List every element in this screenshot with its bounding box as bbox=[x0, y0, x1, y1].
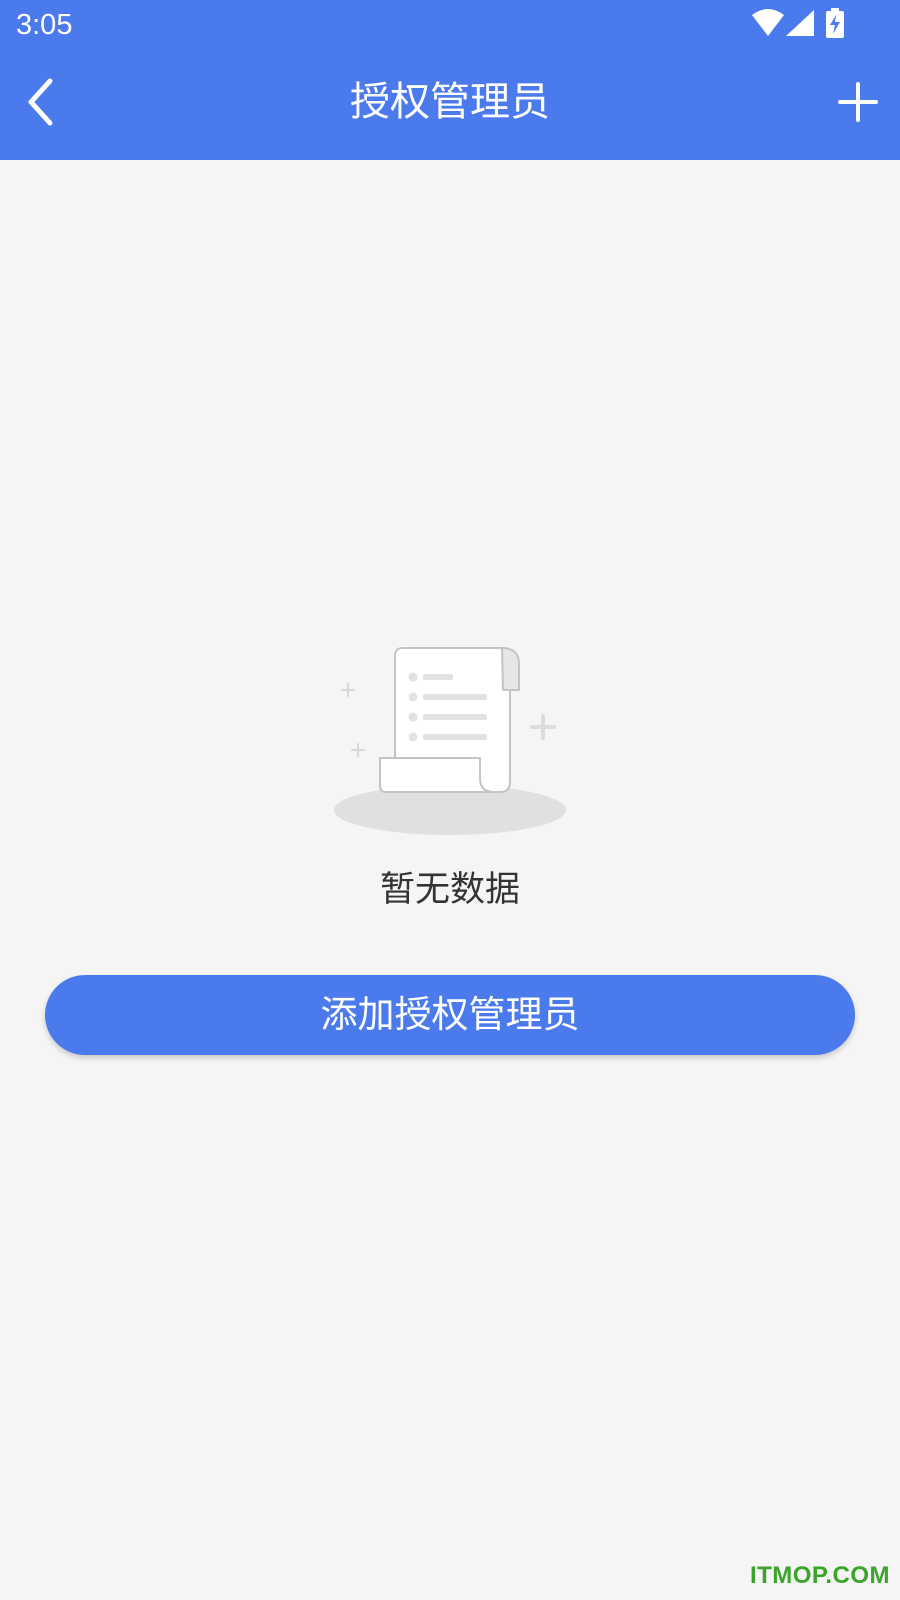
status-time: 3:05 bbox=[16, 9, 73, 41]
watermark: ITMOP.COM bbox=[749, 1562, 890, 1589]
back-button[interactable] bbox=[10, 70, 74, 134]
empty-illustration bbox=[320, 640, 580, 840]
status-bar: 3:05 bbox=[0, 0, 900, 50]
battery-charging-icon bbox=[826, 8, 844, 38]
plus-icon bbox=[838, 82, 878, 122]
status-icons bbox=[700, 0, 900, 50]
add-button[interactable] bbox=[826, 70, 890, 134]
toolbar: 授权管理员 bbox=[0, 50, 900, 160]
wifi-icon bbox=[752, 9, 784, 36]
app-bar: 3:05 授权管理员 bbox=[0, 0, 900, 160]
signal-icon bbox=[786, 10, 814, 36]
empty-message: 暂无数据 bbox=[379, 870, 520, 910]
add-admin-button[interactable]: 添加授权管理员 bbox=[45, 975, 855, 1055]
document-scroll-icon bbox=[334, 647, 566, 835]
chevron-left-icon bbox=[28, 78, 53, 126]
page-title: 授权管理员 bbox=[350, 79, 550, 125]
